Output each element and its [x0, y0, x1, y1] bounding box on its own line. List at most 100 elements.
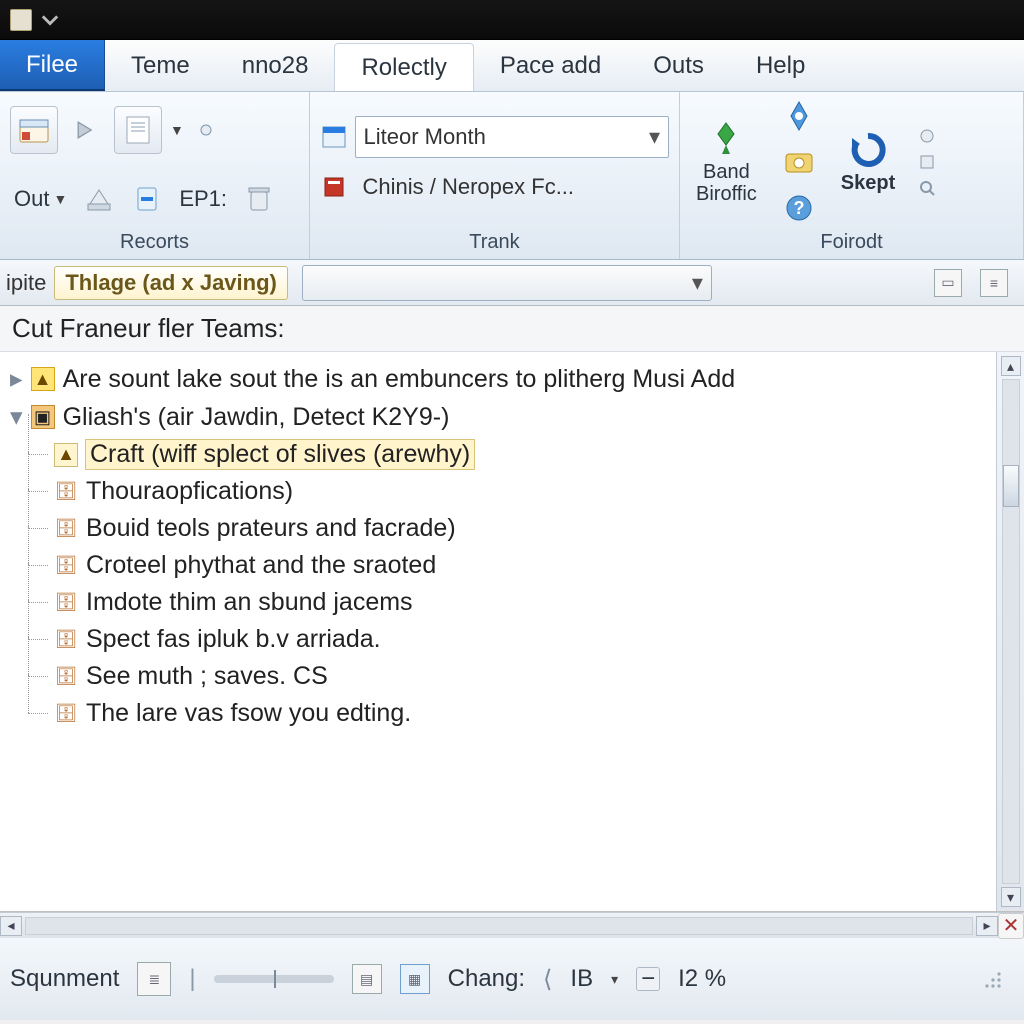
subbar-combo[interactable]: ▾ [302, 265, 712, 301]
band-button[interactable]: BandBiroffic [690, 119, 763, 205]
tree-child-5[interactable]: 🗄 Spect fas ipluk b.v arriada. [54, 621, 992, 658]
zoom-slider-left[interactable] [214, 975, 334, 983]
tree-child-2-label: Bouid teols prateurs and facrade) [86, 514, 456, 543]
combo2-text: Chinis / Neropex Fc... [363, 174, 575, 200]
group-label-foirodt: Foirodt [690, 228, 1013, 259]
lens-small-icon[interactable] [917, 178, 937, 198]
ep1-label: EP1: [175, 186, 231, 212]
drawer-icon: 🗄 [54, 591, 78, 615]
menu-item-teme[interactable]: Teme [105, 40, 216, 91]
status-view3-icon[interactable]: ▦ [400, 964, 430, 994]
scroll-thumb[interactable] [1003, 465, 1019, 507]
menu-item-paceadd[interactable]: Pace add [474, 40, 627, 91]
file-menu[interactable]: Filee [0, 40, 105, 91]
combo1-text: Liteor Month [364, 124, 486, 150]
tree-child-2[interactable]: 🗄 Bouid teols prateurs and facrade) [54, 510, 992, 547]
tree-child-7-label: The lare vas fsow you edting. [86, 699, 411, 728]
title-bar [0, 0, 1024, 40]
expand-icon[interactable]: ▸ [10, 364, 23, 394]
tree-view[interactable]: ▸ ▲ Are sount lake sout the is an embunc… [0, 352, 996, 911]
content-area: ▸ ▲ Are sount lake sout the is an embunc… [0, 352, 1024, 912]
close-pane-icon[interactable]: ✕ [998, 913, 1024, 939]
scroll-down-icon[interactable]: ▾ [1001, 887, 1021, 907]
circle-small-icon[interactable] [917, 126, 937, 146]
group-label-recorts: Recorts [10, 228, 299, 259]
temple-icon[interactable] [79, 179, 119, 219]
tree-child-7[interactable]: 🗄 The lare vas fsow you edting. [54, 695, 992, 732]
menu-item-nno28[interactable]: nno28 [216, 40, 335, 91]
gear-small-icon[interactable] [186, 110, 226, 150]
status-prev-icon[interactable]: ⟨ [543, 965, 552, 994]
scroll-right-icon[interactable]: ▸ [976, 916, 998, 936]
status-view1-icon[interactable]: ≣ [137, 962, 171, 996]
band-label: BandBiroffic [696, 161, 757, 205]
window-icon [320, 122, 349, 152]
refresh-icon [848, 130, 888, 170]
skept-label: Skept [841, 172, 895, 194]
hscroll-track[interactable] [25, 917, 973, 935]
badge-icon[interactable] [127, 179, 167, 219]
out-label: Out [14, 186, 49, 212]
list-pane-icon[interactable]: ≡ [980, 269, 1008, 297]
horizontal-scrollbar[interactable]: ◂ ▸ ✕ [0, 912, 1024, 938]
group-label-trank: Trank [320, 228, 669, 259]
menu-item-help[interactable]: Help [730, 40, 831, 91]
status-ib: IB [570, 965, 593, 993]
tree-child-3[interactable]: 🗄 Croteel phythat and the sraoted [54, 547, 992, 584]
compass-icon[interactable] [779, 96, 819, 136]
ribbon-group-trank: Liteor Month ▾ Chinis / Neropex Fc... Tr… [310, 92, 680, 259]
svg-text:?: ? [793, 198, 804, 218]
scroll-track[interactable] [1002, 379, 1020, 884]
trash-icon[interactable] [239, 179, 279, 219]
menu-item-outs[interactable]: Outs [627, 40, 730, 91]
app-icon [10, 9, 32, 31]
skept-button[interactable]: Skept [835, 130, 901, 194]
dropdown-caret-icon[interactable]: ▼ [170, 122, 184, 138]
book-icon [320, 172, 349, 202]
quick-access-icon[interactable] [40, 10, 60, 30]
tree-root-2[interactable]: ▾ ▣ Gliash's (air Jawdin, Detect K2Y9-) [10, 398, 992, 436]
leaf-icon [706, 119, 746, 159]
calendar-icon[interactable] [10, 106, 58, 154]
tree-child-5-label: Spect fas ipluk b.v arriada. [86, 625, 381, 654]
minimize-pane-icon[interactable]: ▭ [934, 269, 962, 297]
menu-item-rolectly[interactable]: Rolectly [334, 43, 473, 91]
tree-child-1[interactable]: 🗄 Thouraopfications) [54, 473, 992, 510]
drawer-icon: 🗄 [54, 480, 78, 504]
sub-bar: ipite Thlage (ad x Javing) ▾ ▭ ≡ [0, 260, 1024, 306]
zoom-out-icon[interactable]: − [636, 967, 660, 991]
tree-child-6[interactable]: 🗄 See muth ; saves. CS [54, 658, 992, 695]
drawer-icon: 🗄 [54, 517, 78, 541]
tree-child-0-label: Craft (wiff splect of slives (arewhy) [86, 440, 474, 469]
ribbon: ▼ Out ▼ EP1: Recorts [0, 92, 1024, 260]
tree-child-4[interactable]: 🗄 Imdote thim an sbund jacems [54, 584, 992, 621]
resize-grip-icon[interactable] [974, 959, 1014, 999]
out-button[interactable]: Out ▼ [10, 186, 71, 212]
combo-liteor-month[interactable]: Liteor Month ▾ [355, 116, 669, 158]
vertical-scrollbar[interactable]: ▴ ▾ [996, 352, 1024, 911]
drawer-icon: 🗄 [54, 554, 78, 578]
help-icon[interactable]: ? [779, 188, 819, 228]
camera-icon[interactable] [779, 142, 819, 182]
tree-root-2-label: Gliash's (air Jawdin, Detect K2Y9-) [63, 403, 450, 432]
status-view2-icon[interactable]: ▤ [352, 964, 382, 994]
combo-chinis[interactable]: Chinis / Neropex Fc... [355, 166, 669, 208]
collapse-icon[interactable]: ▾ [10, 402, 23, 432]
warning-icon: ▲ [31, 367, 55, 391]
subbar-tab[interactable]: Thlage (ad x Javing) [54, 266, 288, 300]
tree-child-0[interactable]: ▲ Craft (wiff splect of slives (arewhy) [54, 436, 992, 473]
tree-root-1-label: Are sount lake sout the is an embuncers … [63, 365, 736, 394]
tree-child-6-label: See muth ; saves. CS [86, 662, 328, 691]
scroll-left-icon[interactable]: ◂ [0, 916, 22, 936]
arrow-right-icon[interactable] [66, 110, 106, 150]
drawer-icon: 🗄 [54, 665, 78, 689]
document-icon[interactable] [114, 106, 162, 154]
ribbon-group-foirodt: BandBiroffic ? Skept [680, 92, 1024, 259]
status-ib-caret-icon[interactable]: ▾ [611, 971, 618, 988]
tree-child-1-label: Thouraopfications) [86, 477, 293, 506]
square-small-icon[interactable] [917, 152, 937, 172]
tree-root-1[interactable]: ▸ ▲ Are sount lake sout the is an embunc… [10, 360, 992, 398]
scroll-up-icon[interactable]: ▴ [1001, 356, 1021, 376]
panel-title: Cut Franeur fler Teams: [0, 306, 1024, 352]
status-bar: Squnment ≣ | ▤ ▦ Chang: ⟨ IB ▾ − I2 % [0, 938, 1024, 1020]
